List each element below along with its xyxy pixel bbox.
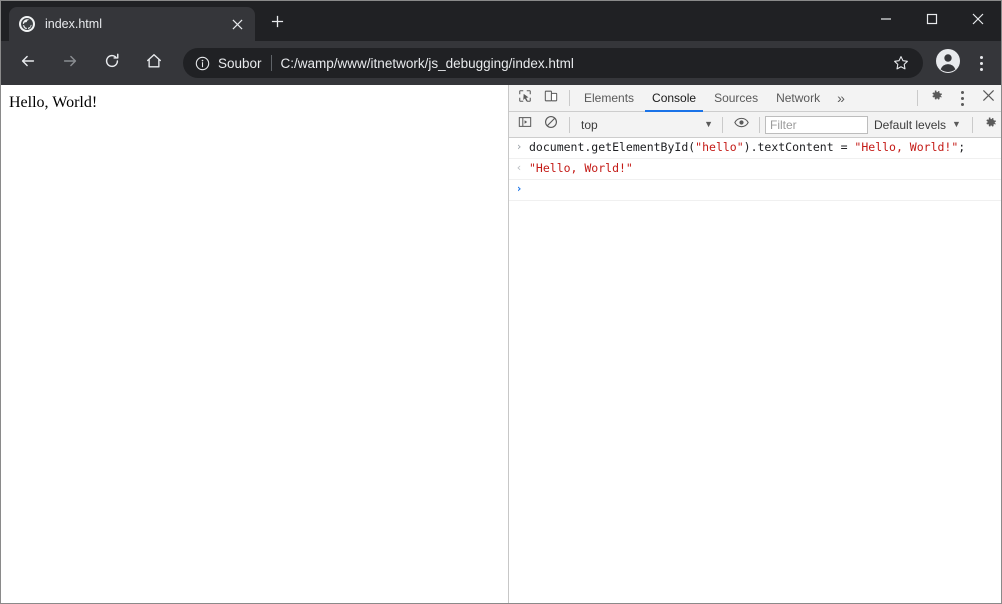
arrow-left-icon — [19, 52, 37, 75]
console-sidebar-button[interactable] — [512, 112, 538, 138]
tab-title: index.html — [45, 17, 225, 31]
console-input-expression: document.getElementById("hello").textCon… — [529, 139, 1001, 155]
console-settings-button[interactable] — [978, 112, 1002, 138]
browser-window: index.html — [0, 0, 1002, 604]
console-row-input[interactable]: › document.getElementById("hello").textC… — [509, 138, 1001, 159]
page-hello-text: Hello, World! — [9, 93, 500, 112]
console-row-prompt[interactable]: › — [509, 180, 1001, 201]
log-levels-select[interactable]: Default levels ▼ — [868, 115, 967, 135]
devtools-tab-label: Elements — [584, 91, 634, 105]
devtools-more-tabs-button[interactable]: » — [829, 85, 853, 111]
console-sidebar-icon — [518, 115, 532, 134]
gear-icon — [983, 115, 998, 135]
new-tab-button[interactable] — [263, 10, 291, 38]
console-row-output: ‹ "Hello, World!" — [509, 159, 1001, 180]
home-button[interactable] — [138, 47, 170, 79]
devtools-tab-elements[interactable]: Elements — [575, 85, 643, 111]
minimize-icon — [880, 12, 892, 30]
reload-button[interactable] — [96, 47, 128, 79]
window-close-button[interactable] — [955, 1, 1001, 41]
console-input-arrow-icon: › — [509, 139, 529, 155]
tab-close-icon[interactable] — [225, 12, 249, 36]
gear-icon — [929, 88, 944, 108]
code-token: ; — [958, 140, 965, 154]
address-bar-url[interactable]: C:/wamp/www/itnetwork/js_debugging/index… — [281, 56, 883, 71]
reload-icon — [103, 52, 121, 75]
console-filter-input[interactable] — [765, 116, 868, 134]
console-filter-bar: top ▼ Default levels ▼ — [509, 112, 1001, 138]
globe-icon — [19, 16, 35, 32]
devtools-close-button[interactable] — [975, 85, 1001, 111]
three-dots-vertical-icon — [980, 56, 983, 71]
devtools-tab-network[interactable]: Network — [767, 85, 829, 111]
code-token-string: "Hello, World!" — [854, 140, 958, 154]
device-toolbar-button[interactable] — [538, 85, 564, 111]
devtools-settings-button[interactable] — [923, 85, 949, 111]
chevron-down-icon: ▼ — [952, 120, 961, 129]
console-prompt-arrow-icon: › — [509, 181, 529, 197]
forward-button[interactable] — [54, 47, 86, 79]
log-levels-label: Default levels — [874, 118, 946, 132]
browser-menu-button[interactable] — [967, 47, 995, 79]
eye-icon — [734, 115, 749, 135]
toolbar-divider — [917, 90, 918, 106]
tab-strip: index.html — [1, 1, 1001, 41]
chevron-down-icon: ▼ — [704, 120, 713, 129]
home-icon — [145, 52, 163, 75]
close-icon — [982, 89, 995, 107]
devtools-tab-console[interactable]: Console — [643, 85, 705, 111]
devtools-tab-label: Sources — [714, 91, 758, 105]
code-token: document.getElementById( — [529, 140, 695, 154]
devtools-kebab-button[interactable] — [949, 85, 975, 111]
devtools-tabbar: Elements Console Sources Network » — [509, 85, 1001, 112]
devtools-tab-sources[interactable]: Sources — [705, 85, 767, 111]
address-bar-divider — [271, 55, 272, 71]
execution-context-label: top — [581, 118, 598, 132]
code-token: ).textContent = — [744, 140, 855, 154]
filterbar-divider — [972, 117, 973, 133]
account-circle-icon — [935, 48, 961, 79]
device-toolbar-icon — [544, 89, 558, 108]
address-bar[interactable]: Soubor C:/wamp/www/itnetwork/js_debuggin… — [183, 48, 923, 78]
chevron-double-right-icon: » — [837, 90, 845, 106]
code-token-string: "hello" — [695, 140, 743, 154]
devtools-panel: Elements Console Sources Network » — [509, 85, 1001, 603]
console-output-value: "Hello, World!" — [529, 160, 1001, 176]
execution-context-select[interactable]: top ▼ — [575, 115, 717, 135]
plus-icon — [271, 15, 284, 33]
browser-toolbar: Soubor C:/wamp/www/itnetwork/js_debuggin… — [1, 41, 1001, 85]
filterbar-divider — [569, 117, 570, 133]
live-expression-button[interactable] — [728, 112, 754, 138]
clear-console-button[interactable] — [538, 112, 564, 138]
inspect-element-icon — [518, 89, 532, 108]
window-minimize-button[interactable] — [863, 1, 909, 41]
content-area: Hello, World! — [1, 85, 1001, 603]
console-output[interactable]: › document.getElementById("hello").textC… — [509, 138, 1001, 603]
web-page-viewport: Hello, World! — [1, 85, 508, 603]
maximize-icon — [926, 12, 938, 30]
address-bar-scheme-label: Soubor — [218, 56, 262, 71]
star-icon[interactable] — [889, 51, 913, 75]
info-circle-icon[interactable] — [193, 54, 211, 72]
back-button[interactable] — [12, 47, 44, 79]
arrow-right-icon — [61, 52, 79, 75]
devtools-tab-label: Network — [776, 91, 820, 105]
three-dots-vertical-icon — [961, 91, 964, 106]
clear-console-icon — [544, 115, 558, 134]
filterbar-divider — [722, 117, 723, 133]
inspect-element-button[interactable] — [512, 85, 538, 111]
toolbar-divider — [569, 90, 570, 106]
console-output-arrow-icon: ‹ — [509, 160, 529, 176]
profile-button[interactable] — [931, 46, 965, 80]
filterbar-divider — [759, 117, 760, 133]
devtools-tab-label: Console — [652, 91, 696, 105]
close-icon — [972, 12, 984, 30]
window-controls — [863, 1, 1001, 41]
browser-tab[interactable]: index.html — [9, 7, 255, 41]
window-maximize-button[interactable] — [909, 1, 955, 41]
